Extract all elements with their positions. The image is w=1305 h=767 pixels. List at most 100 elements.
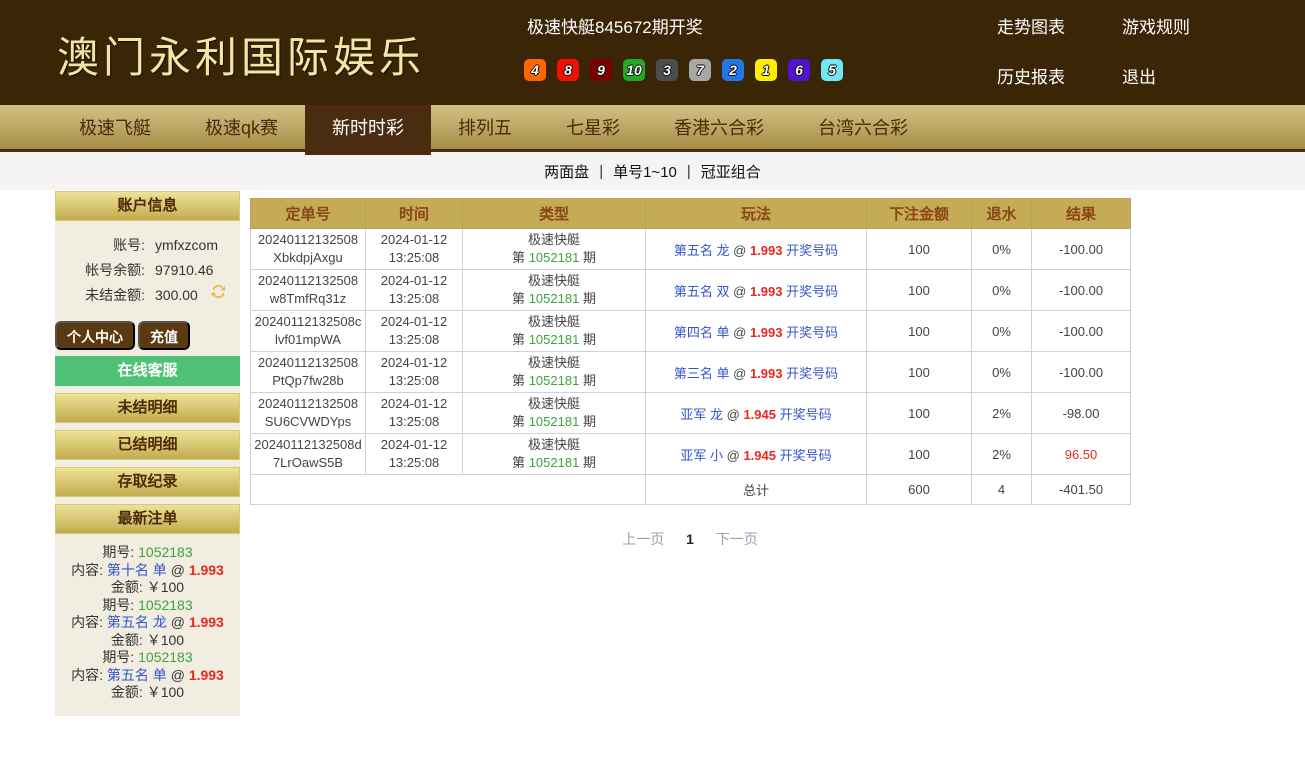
at-sign: @: [171, 667, 185, 683]
bet-result: -100.00: [1032, 311, 1131, 352]
current-page[interactable]: 1: [686, 531, 694, 547]
lottery-ball: 4: [524, 59, 546, 81]
prev-page-button[interactable]: 上一页: [622, 531, 664, 547]
order-id: 20240112132508w8TmfRq31z: [251, 270, 366, 311]
tab-jisuqksai[interactable]: 极速qk赛: [178, 105, 305, 152]
order-id: 20240112132508SU6CVWDYps: [251, 393, 366, 434]
at-sign: @: [171, 614, 185, 630]
lottery-ball: 9: [590, 59, 612, 81]
game-nav: 极速飞艇 极速qk赛 新时时彩 排列五 七星彩 香港六合彩 台湾六合彩: [0, 105, 1305, 152]
tab-jisufeiting[interactable]: 极速飞艇: [52, 105, 178, 152]
history-report-link[interactable]: 历史报表: [997, 63, 1122, 88]
account-info: 账号: ymfxzcom 帐号余额: 97910.46 未结金额: 300.00: [55, 233, 240, 308]
draw-number-link[interactable]: 开奖号码: [786, 325, 838, 340]
account-info-button[interactable]: 账户信息: [55, 191, 240, 221]
bet-amount: 100: [867, 352, 972, 393]
bet-play: 第四名 单 @ 1.993 开奖号码: [646, 311, 867, 352]
draw-number-link[interactable]: 开奖号码: [786, 284, 838, 299]
bet-rebate: 0%: [972, 311, 1032, 352]
bet-amount-value: ￥100: [147, 632, 184, 648]
at-sign: @: [171, 562, 185, 578]
bet-amount-label: 金额:: [111, 684, 143, 700]
bet-rebate: 0%: [972, 270, 1032, 311]
bet-item: 期号: 1052183 内容: 第五名 单 @ 1.993 金额: ￥100: [55, 649, 240, 702]
tab-xianggangliuhecai[interactable]: 香港六合彩: [647, 105, 791, 152]
trend-chart-link[interactable]: 走势图表: [997, 13, 1122, 38]
mode-champion-combo[interactable]: 冠亚组合: [701, 161, 761, 182]
col-type: 类型: [463, 199, 646, 229]
tab-xinshishicai[interactable]: 新时时彩: [305, 105, 431, 155]
draw-number-link[interactable]: 开奖号码: [786, 366, 838, 381]
total-result: -401.50: [1032, 475, 1131, 505]
bet-type: 极速快艇第 1052181 期: [463, 311, 646, 352]
personal-center-button[interactable]: 个人中心: [55, 321, 135, 350]
col-order-id: 定单号: [251, 199, 366, 229]
tab-pailiewu[interactable]: 排列五: [431, 105, 539, 152]
account-username-row: 账号: ymfxzcom: [55, 233, 240, 258]
bet-amount: 100: [867, 393, 972, 434]
bet-type: 极速快艇第 1052181 期: [463, 352, 646, 393]
total-rebate: 4: [972, 475, 1032, 505]
sidebar: 账户信息 账号: ymfxzcom 帐号余额: 97910.46 未结金额: 3…: [55, 191, 240, 716]
separator: |: [599, 163, 603, 180]
bet-amount: 100: [867, 270, 972, 311]
settled-detail-button[interactable]: 已结明细: [55, 430, 240, 460]
bet-play: 第五名 龙 @ 1.993 开奖号码: [646, 229, 867, 270]
order-id: 20240112132508d7LrOawS5B: [251, 434, 366, 475]
mode-single-numbers[interactable]: 单号1~10: [613, 161, 677, 182]
bet-issue-value: 1052183: [138, 649, 193, 665]
bet-amount: 100: [867, 229, 972, 270]
bet-play: 亚军 龙 @ 1.945 开奖号码: [646, 393, 867, 434]
bet-result: -98.00: [1032, 393, 1131, 434]
site-logo: 澳门永利国际娱乐: [57, 24, 425, 85]
deposit-record-button[interactable]: 存取纪录: [55, 467, 240, 497]
bet-result: -100.00: [1032, 229, 1131, 270]
bet-issue-label: 期号:: [102, 597, 134, 613]
latest-bets-button[interactable]: 最新注单: [55, 504, 240, 534]
lottery-ball: 6: [788, 59, 810, 81]
tab-taiwanliuhecai[interactable]: 台湾六合彩: [791, 105, 935, 152]
bet-odds: 1.993: [189, 667, 224, 683]
bet-issue-value: 1052183: [138, 544, 193, 560]
online-service-button[interactable]: 在线客服: [55, 356, 240, 386]
bet-play: 亚军 小 @ 1.945 开奖号码: [646, 434, 867, 475]
bet-content-label: 内容:: [71, 562, 103, 578]
bet-amount: 100: [867, 434, 972, 475]
tab-qixingcai[interactable]: 七星彩: [539, 105, 647, 152]
next-page-button[interactable]: 下一页: [716, 531, 758, 547]
col-rebate: 退水: [972, 199, 1032, 229]
username-value: ymfxzcom: [155, 233, 218, 258]
draw-number-link[interactable]: 开奖号码: [780, 407, 832, 422]
logout-link[interactable]: 退出: [1122, 63, 1190, 88]
lottery-ball: 1: [755, 59, 777, 81]
bet-content-value: 第十名 单: [107, 562, 167, 578]
game-rules-link[interactable]: 游戏规则: [1122, 13, 1190, 38]
lottery-ball: 8: [557, 59, 579, 81]
bet-time: 2024-01-1213:25:08: [366, 393, 463, 434]
mode-two-sides[interactable]: 两面盘: [544, 161, 589, 182]
total-label: 总计: [646, 475, 867, 505]
table-row: 20240112132508SU6CVWDYps 2024-01-1213:25…: [251, 393, 1131, 434]
unsettled-detail-button[interactable]: 未结明细: [55, 393, 240, 423]
lottery-ball: 2: [722, 59, 744, 81]
header-links: 走势图表 游戏规则 历史报表 退出: [997, 13, 1190, 88]
recharge-button[interactable]: 充值: [138, 321, 190, 350]
latest-draw-panel: 极速快艇845672期开奖 4 8 9 10 3 7 2 1 6 5: [527, 13, 843, 81]
draw-title: 极速快艇845672期开奖: [527, 13, 843, 38]
draw-number-link[interactable]: 开奖号码: [786, 243, 838, 258]
unsettled-value: 300.00: [155, 283, 198, 308]
bet-result: -100.00: [1032, 270, 1131, 311]
balance-label: 帐号余额:: [55, 258, 145, 283]
col-result: 结果: [1032, 199, 1131, 229]
refresh-balance-icon[interactable]: [210, 283, 227, 300]
draw-number-link[interactable]: 开奖号码: [780, 448, 832, 463]
bet-content-label: 内容:: [71, 614, 103, 630]
bet-rebate: 2%: [972, 434, 1032, 475]
col-play: 玩法: [646, 199, 867, 229]
bet-type: 极速快艇第 1052181 期: [463, 270, 646, 311]
bet-records-panel: 定单号 时间 类型 玩法 下注金额 退水 结果 20240112132508Xb…: [250, 198, 1130, 549]
total-amount: 600: [867, 475, 972, 505]
top-header: 澳门永利国际娱乐 极速快艇845672期开奖 4 8 9 10 3 7 2 1 …: [0, 0, 1305, 105]
bet-time: 2024-01-1213:25:08: [366, 352, 463, 393]
account-unsettled-row: 未结金额: 300.00: [55, 283, 240, 308]
